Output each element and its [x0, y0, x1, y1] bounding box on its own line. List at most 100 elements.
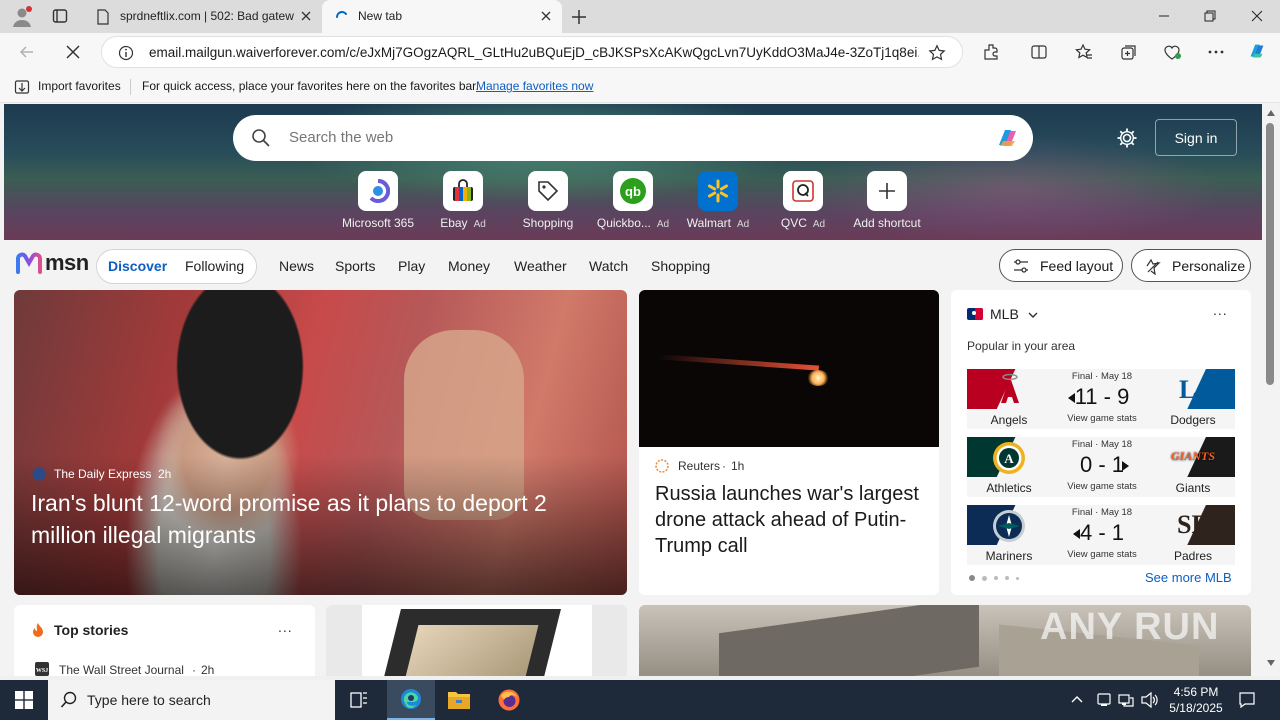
address-bar[interactable]: email.mailgun.waiverforever.com/c/eJxMj7… — [101, 36, 963, 68]
more-options-icon[interactable]: ... — [1213, 302, 1228, 318]
taskbar-search-input[interactable]: Type here to search — [87, 692, 211, 708]
shortcut-shopping[interactable]: Shopping — [503, 171, 593, 230]
personalize-button[interactable]: Personalize — [1131, 249, 1251, 282]
game-row[interactable]: A GIANTS Athletics Giants Final · May 18… — [967, 437, 1235, 497]
extensions-icon[interactable] — [980, 41, 1002, 63]
shortcut-qvc[interactable]: QVC Ad — [758, 171, 848, 230]
copilot-icon[interactable] — [1246, 40, 1268, 62]
import-favorites-link[interactable]: Import favorites — [38, 79, 121, 93]
main-story-card[interactable]: The Daily Express · 2h Iran's blunt 12-w… — [14, 290, 627, 595]
shopping-tag-icon — [528, 171, 568, 211]
system-clock[interactable]: 4:56 PM 5/18/2025 — [1163, 684, 1229, 716]
microsoft-365-icon — [358, 171, 398, 211]
more-options-icon[interactable]: ... — [278, 619, 293, 635]
firefox-icon[interactable] — [497, 688, 521, 712]
notifications-icon[interactable] — [1238, 691, 1256, 709]
nav-play[interactable]: Play — [398, 258, 425, 274]
profile-avatar[interactable] — [10, 5, 34, 29]
athletics-logo: A — [992, 441, 1026, 475]
favorites-icon[interactable] — [1073, 41, 1095, 63]
story-age: 1h — [731, 459, 745, 473]
tab-new-tab[interactable]: New tab — [322, 0, 562, 33]
task-view-icon[interactable] — [349, 690, 369, 710]
search-icon — [60, 691, 78, 709]
shortcut-microsoft-365[interactable]: Microsoft 365 — [333, 171, 423, 230]
split-screen-icon[interactable] — [1028, 41, 1050, 63]
address-text[interactable]: email.mailgun.waiverforever.com/c/eJxMj7… — [149, 45, 919, 60]
walmart-icon — [698, 171, 738, 211]
svg-text:WSJ: WSJ — [36, 668, 48, 674]
start-button[interactable] — [0, 680, 48, 720]
msn-logo[interactable]: msn — [16, 250, 89, 276]
new-tab-button[interactable] — [570, 8, 588, 26]
stop-loading-button[interactable] — [62, 41, 84, 63]
sign-in-button[interactable]: Sign in — [1155, 119, 1237, 156]
scrollbar-thumb[interactable] — [1266, 123, 1274, 385]
volume-icon[interactable] — [1141, 692, 1159, 708]
favorite-star-icon[interactable] — [928, 44, 946, 62]
second-story-card[interactable]: Reuters · 1h Russia launches war's large… — [639, 290, 939, 595]
taskbar-edge-button[interactable] — [387, 680, 435, 720]
page-icon — [96, 9, 110, 25]
shortcut-walmart[interactable]: Walmart Ad — [673, 171, 763, 230]
restore-button[interactable] — [1187, 0, 1233, 32]
laptop-ad-card[interactable] — [326, 605, 627, 676]
msn-nav-bar: msn Discover Following News Sports Play … — [0, 240, 1262, 290]
close-tab-icon[interactable] — [540, 10, 552, 22]
view-game-stats-link[interactable]: View game stats — [1057, 413, 1147, 424]
game-row[interactable]: LA Angels Dodgers Final · May 18 11 - 9 … — [967, 369, 1235, 429]
page-scrollbar[interactable] — [1262, 103, 1280, 676]
minimize-button[interactable] — [1141, 0, 1187, 32]
shortcut-quickbooks[interactable]: qb Quickbo... Ad — [588, 171, 678, 230]
nav-shopping[interactable]: Shopping — [651, 258, 710, 274]
nav-watch[interactable]: Watch — [589, 258, 628, 274]
dodgers-logo: LA — [1179, 375, 1216, 404]
import-favorites-icon[interactable] — [14, 79, 30, 95]
tab-bad-gateway[interactable]: sprdneftlix.com | 502: Bad gatew — [84, 0, 322, 33]
nav-news[interactable]: News — [279, 258, 314, 274]
nav-money[interactable]: Money — [448, 258, 490, 274]
svg-text:A: A — [1004, 451, 1014, 466]
shortcut-ebay[interactable]: Ebay Ad — [418, 171, 508, 230]
browser-essentials-icon[interactable] — [1161, 41, 1183, 63]
add-shortcut-button[interactable]: Add shortcut — [842, 171, 932, 230]
copilot-search-icon[interactable] — [993, 123, 1023, 153]
scroll-down-arrow-icon[interactable] — [1266, 659, 1276, 667]
mlb-title[interactable]: MLB — [990, 306, 1019, 322]
tab-actions-icon[interactable] — [52, 8, 68, 24]
chevron-down-icon[interactable] — [1027, 309, 1039, 321]
story-source: The Wall Street Journal — [59, 663, 184, 676]
tab-discover[interactable]: Discover — [108, 258, 167, 274]
nav-sports[interactable]: Sports — [335, 258, 375, 274]
nav-weather[interactable]: Weather — [514, 258, 567, 274]
back-button[interactable] — [16, 41, 38, 63]
show-hidden-icons-chevron[interactable] — [1071, 694, 1083, 704]
search-input[interactable]: Search the web — [289, 129, 393, 146]
tab-following[interactable]: Following — [185, 258, 244, 274]
manage-favorites-link[interactable]: Manage favorites now — [476, 79, 593, 93]
network-icon[interactable] — [1118, 692, 1134, 708]
meet-now-icon[interactable] — [1096, 692, 1112, 708]
view-game-stats-link[interactable]: View game stats — [1057, 481, 1147, 492]
scroll-up-arrow-icon[interactable] — [1266, 109, 1276, 117]
view-game-stats-link[interactable]: View game stats — [1057, 549, 1147, 560]
settings-more-icon[interactable] — [1205, 41, 1227, 63]
story-headline[interactable]: Iran's blunt 12-word promise as it plans… — [31, 487, 611, 551]
game-row[interactable]: SD Mariners Padres Final · May 18 4 - 1 … — [967, 505, 1235, 565]
site-info-icon[interactable] — [118, 45, 134, 61]
away-team-name: Angels — [990, 413, 1028, 427]
mlb-scores-card: MLB ... Popular in your area LA Angels D… — [951, 290, 1251, 595]
taskbar-search-box[interactable]: Type here to search — [48, 680, 335, 720]
top-stories-title[interactable]: Top stories — [54, 622, 128, 638]
close-window-button[interactable] — [1234, 0, 1280, 32]
web-search-box[interactable]: Search the web — [233, 115, 1033, 161]
settings-gear-icon[interactable] — [1116, 127, 1138, 149]
file-explorer-icon[interactable] — [447, 689, 471, 711]
game-meta: Final · May 18 — [1071, 439, 1133, 450]
feed-layout-button[interactable]: Feed layout — [999, 249, 1123, 282]
see-more-mlb-link[interactable]: See more MLB — [1145, 570, 1232, 585]
carousel-dots[interactable] — [969, 575, 1019, 581]
close-tab-icon[interactable] — [300, 10, 312, 22]
collections-icon[interactable] — [1118, 41, 1140, 63]
story-headline[interactable]: Russia launches war's largest drone atta… — [655, 481, 927, 559]
